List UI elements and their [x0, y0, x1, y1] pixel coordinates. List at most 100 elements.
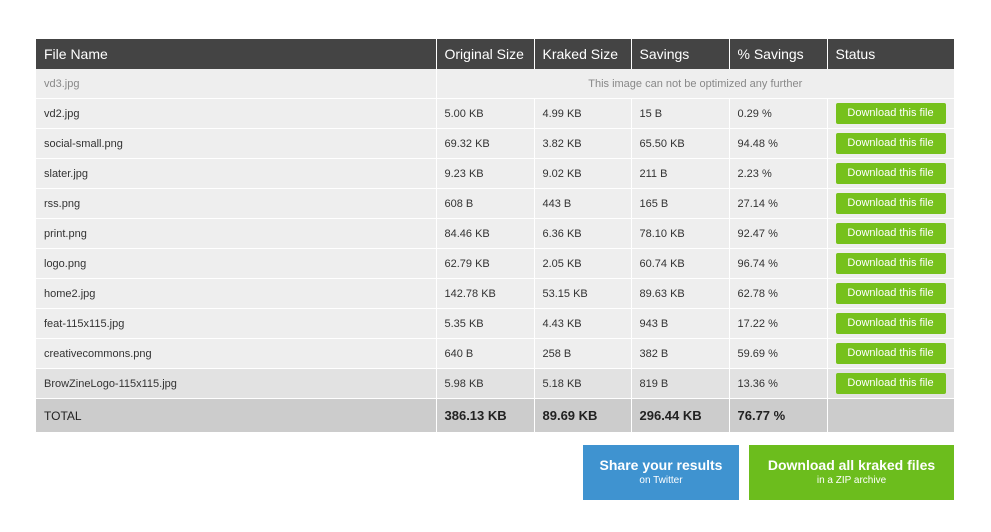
savings-cell: 819 B: [631, 368, 730, 399]
status-cell: Download this file: [827, 368, 954, 399]
download-zip-button[interactable]: Download all kraked files in a ZIP archi…: [749, 445, 954, 500]
header-status: Status: [827, 39, 954, 69]
original-size-cell: 84.46 KB: [436, 218, 535, 249]
original-size-cell: 69.32 KB: [436, 128, 535, 159]
download-file-button[interactable]: Download this file: [835, 163, 946, 184]
total-kraked-size: 89.69 KB: [534, 398, 632, 432]
download-file-button[interactable]: Download this file: [835, 343, 946, 364]
table-row: logo.png 62.79 KB 2.05 KB 60.74 KB 96.74…: [36, 248, 954, 279]
savings-cell: 89.63 KB: [631, 278, 730, 309]
status-cell: Download this file: [827, 158, 954, 189]
file-name-cell: vd2.jpg: [36, 98, 437, 129]
zip-button-label: Download all kraked files: [767, 457, 936, 473]
table-row: rss.png 608 B 443 B 165 B 27.14 % Downlo…: [36, 188, 954, 219]
pct-savings-cell: 94.48 %: [729, 128, 828, 159]
status-cell: Download this file: [827, 248, 954, 279]
original-size-cell: 608 B: [436, 188, 535, 219]
savings-cell: 211 B: [631, 158, 730, 189]
status-cell: Download this file: [827, 128, 954, 159]
status-cell: Download this file: [827, 98, 954, 129]
table-row: social-small.png 69.32 KB 3.82 KB 65.50 …: [36, 128, 954, 159]
file-name-cell: feat-115x115.jpg: [36, 308, 437, 339]
pct-savings-cell: 92.47 %: [729, 218, 828, 249]
savings-cell: 943 B: [631, 308, 730, 339]
zip-button-sublabel: in a ZIP archive: [816, 475, 887, 486]
download-file-button[interactable]: Download this file: [835, 283, 946, 304]
total-row: TOTAL 386.13 KB 89.69 KB 296.44 KB 76.77…: [36, 398, 954, 432]
total-label: TOTAL: [36, 398, 437, 432]
kraked-size-cell: 3.82 KB: [534, 128, 632, 159]
not-optimizable-message: This image can not be optimized any furt…: [436, 69, 954, 99]
original-size-cell: 5.00 KB: [436, 98, 535, 129]
pct-savings-cell: 27.14 %: [729, 188, 828, 219]
file-name-cell: creativecommons.png: [36, 338, 437, 369]
kraked-size-cell: 443 B: [534, 188, 632, 219]
pct-savings-cell: 0.29 %: [729, 98, 828, 129]
download-file-button[interactable]: Download this file: [835, 313, 946, 334]
download-file-button[interactable]: Download this file: [835, 253, 946, 274]
original-size-cell: 142.78 KB: [436, 278, 535, 309]
original-size-cell: 640 B: [436, 338, 535, 369]
table-row: home2.jpg 142.78 KB 53.15 KB 89.63 KB 62…: [36, 278, 954, 309]
pct-savings-cell: 13.36 %: [729, 368, 828, 399]
savings-cell: 165 B: [631, 188, 730, 219]
file-name-cell: vd3.jpg: [36, 69, 437, 99]
header-kraked-size: Kraked Size: [534, 39, 632, 69]
file-name-cell: print.png: [36, 218, 437, 249]
download-file-button[interactable]: Download this file: [835, 103, 946, 124]
table-row: BrowZineLogo-115x115.jpg 5.98 KB 5.18 KB…: [36, 368, 954, 399]
file-name-cell: slater.jpg: [36, 158, 437, 189]
table-row: feat-115x115.jpg 5.35 KB 4.43 KB 943 B 1…: [36, 308, 954, 339]
file-name-cell: social-small.png: [36, 128, 437, 159]
share-twitter-button[interactable]: Share your results on Twitter: [583, 445, 739, 500]
pct-savings-cell: 2.23 %: [729, 158, 828, 189]
savings-cell: 65.50 KB: [631, 128, 730, 159]
table-row-failed: vd3.jpg This image can not be optimized …: [36, 69, 954, 99]
pct-savings-cell: 96.74 %: [729, 248, 828, 279]
kraked-size-cell: 5.18 KB: [534, 368, 632, 399]
kraked-size-cell: 2.05 KB: [534, 248, 632, 279]
file-name-cell: rss.png: [36, 188, 437, 219]
file-name-cell: home2.jpg: [36, 278, 437, 309]
results-table: File Name Original Size Kraked Size Savi…: [36, 39, 954, 432]
savings-cell: 60.74 KB: [631, 248, 730, 279]
pct-savings-cell: 59.69 %: [729, 338, 828, 369]
pct-savings-cell: 17.22 %: [729, 308, 828, 339]
action-buttons: Share your results on Twitter Download a…: [583, 445, 954, 500]
table-row: vd2.jpg 5.00 KB 4.99 KB 15 B 0.29 % Down…: [36, 98, 954, 129]
download-file-button[interactable]: Download this file: [835, 193, 946, 214]
download-file-button[interactable]: Download this file: [835, 373, 946, 394]
pct-savings-cell: 62.78 %: [729, 278, 828, 309]
results-panel: File Name Original Size Kraked Size Savi…: [36, 39, 954, 432]
kraked-size-cell: 258 B: [534, 338, 632, 369]
share-button-label: Share your results: [599, 457, 723, 473]
header-file-name: File Name: [36, 39, 437, 69]
status-cell: Download this file: [827, 218, 954, 249]
header-original-size: Original Size: [436, 39, 535, 69]
file-name-cell: BrowZineLogo-115x115.jpg: [36, 368, 437, 399]
original-size-cell: 5.35 KB: [436, 308, 535, 339]
total-pct-savings: 76.77 %: [729, 398, 828, 432]
savings-cell: 78.10 KB: [631, 218, 730, 249]
kraked-size-cell: 4.43 KB: [534, 308, 632, 339]
download-file-button[interactable]: Download this file: [835, 133, 946, 154]
total-savings: 296.44 KB: [631, 398, 730, 432]
table-row: slater.jpg 9.23 KB 9.02 KB 211 B 2.23 % …: [36, 158, 954, 189]
status-cell: Download this file: [827, 188, 954, 219]
table-row: print.png 84.46 KB 6.36 KB 78.10 KB 92.4…: [36, 218, 954, 249]
status-cell: Download this file: [827, 338, 954, 369]
original-size-cell: 5.98 KB: [436, 368, 535, 399]
savings-cell: 15 B: [631, 98, 730, 129]
original-size-cell: 9.23 KB: [436, 158, 535, 189]
download-file-button[interactable]: Download this file: [835, 223, 946, 244]
table-header-row: File Name Original Size Kraked Size Savi…: [36, 39, 954, 69]
kraked-size-cell: 9.02 KB: [534, 158, 632, 189]
savings-cell: 382 B: [631, 338, 730, 369]
kraked-size-cell: 6.36 KB: [534, 218, 632, 249]
status-cell: Download this file: [827, 308, 954, 339]
header-savings: Savings: [631, 39, 730, 69]
table-row: creativecommons.png 640 B 258 B 382 B 59…: [36, 338, 954, 369]
share-button-sublabel: on Twitter: [639, 475, 683, 486]
header-pct-savings: % Savings: [729, 39, 828, 69]
total-status-empty: [827, 398, 954, 432]
